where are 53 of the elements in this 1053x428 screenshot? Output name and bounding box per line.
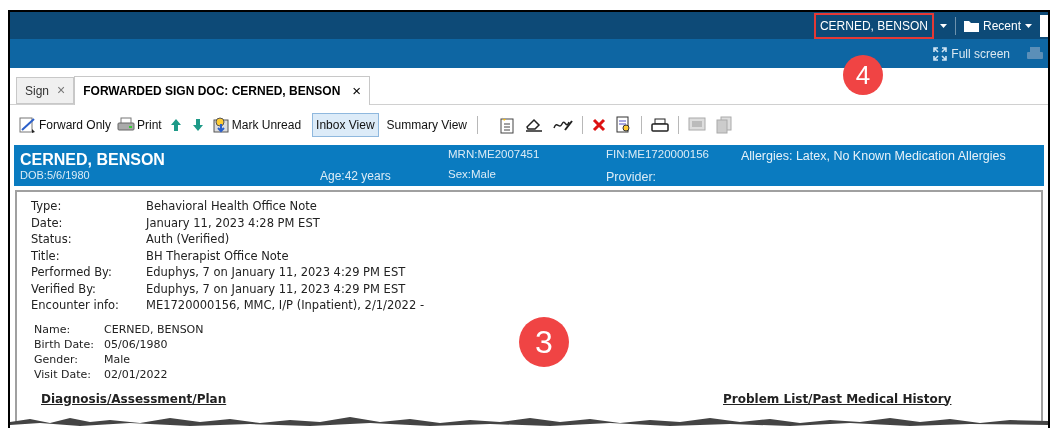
view-button[interactable]: Inbox View	[312, 113, 379, 137]
field-value: 05/06/1980	[104, 336, 168, 352]
tab[interactable]: Sign ×	[16, 77, 75, 104]
field-value: Male	[104, 351, 131, 367]
patient-name[interactable]: CERNED, BENSON	[815, 14, 932, 37]
mrn-number: MRN:ME2007451	[448, 147, 540, 162]
section-heading: Problem List/Past Medical History	[723, 390, 952, 408]
field-value: January 11, 2023 4:28 PM EST	[146, 214, 320, 231]
print-icon	[117, 117, 136, 133]
full-screen-button[interactable]: Full screen	[933, 44, 1010, 63]
field-label: Name:	[34, 321, 71, 337]
birth-date: DOB:5/6/1980	[20, 168, 90, 183]
edit-document-icon	[19, 116, 37, 134]
field-label: Gender:	[34, 351, 79, 367]
fin-number: FIN:ME1720000156	[606, 147, 709, 162]
view-button[interactable]: Summary View	[382, 113, 472, 137]
field-label: Status:	[31, 231, 72, 248]
patient-age: Age:42 years	[320, 168, 391, 185]
envelope-icon	[211, 116, 230, 134]
field-label: Encounter info:	[31, 297, 119, 314]
caret-icon[interactable]	[939, 23, 947, 28]
field-value: Auth (Verified)	[146, 231, 230, 248]
field-label: Date:	[31, 214, 63, 231]
field-label: Title:	[31, 247, 60, 264]
field-value: Behavioral Health Office Note	[146, 198, 317, 215]
section-heading: Diagnosis/Assessment/Plan	[41, 390, 227, 408]
patient-name: CERNED, BENSON	[20, 150, 165, 170]
field-label: Visit Date:	[34, 366, 91, 382]
allergies-text: Allergies: Latex, No Known Medication Allergies	[741, 148, 1006, 165]
toolbar-button[interactable]	[1040, 14, 1048, 37]
folder-icon	[963, 19, 979, 32]
field-value: BH Therapist Office Note	[146, 247, 289, 264]
field-label: Verified By:	[31, 280, 96, 297]
patient-sex: Sex:Male	[448, 167, 496, 182]
field-value: Eduphys, 7 on January 11, 2023 4:29 PM EST	[146, 280, 406, 297]
mark-unread-button[interactable]: Mark Unread	[210, 113, 303, 137]
field-label: Type:	[31, 198, 62, 215]
field-value: ME1720000156, MMC, I/P (Inpatient), 2/1/2022 -	[146, 297, 425, 314]
expand-icon	[933, 46, 948, 61]
callout-number: 3	[519, 317, 569, 367]
close-icon[interactable]: ×	[352, 79, 362, 103]
field-label: Performed By:	[31, 264, 112, 281]
close-icon[interactable]: ×	[57, 80, 66, 101]
recent-button[interactable]: Recent	[963, 16, 1032, 35]
provider-label: Provider:	[606, 169, 657, 186]
field-value: Eduphys, 7 on January 11, 2023 4:29 PM EST	[146, 264, 406, 281]
print-button[interactable]: Print	[116, 113, 163, 137]
field-label: Birth Date:	[34, 336, 94, 352]
forward-button[interactable]: Forward Only	[18, 113, 113, 137]
field-value: CERNED, BENSON	[104, 321, 204, 337]
tab[interactable]: FORWARDED SIGN DOC: CERNED, BENSON ×	[74, 76, 371, 105]
field-value: 02/01/2022	[104, 366, 168, 382]
caret-icon	[1025, 23, 1032, 28]
